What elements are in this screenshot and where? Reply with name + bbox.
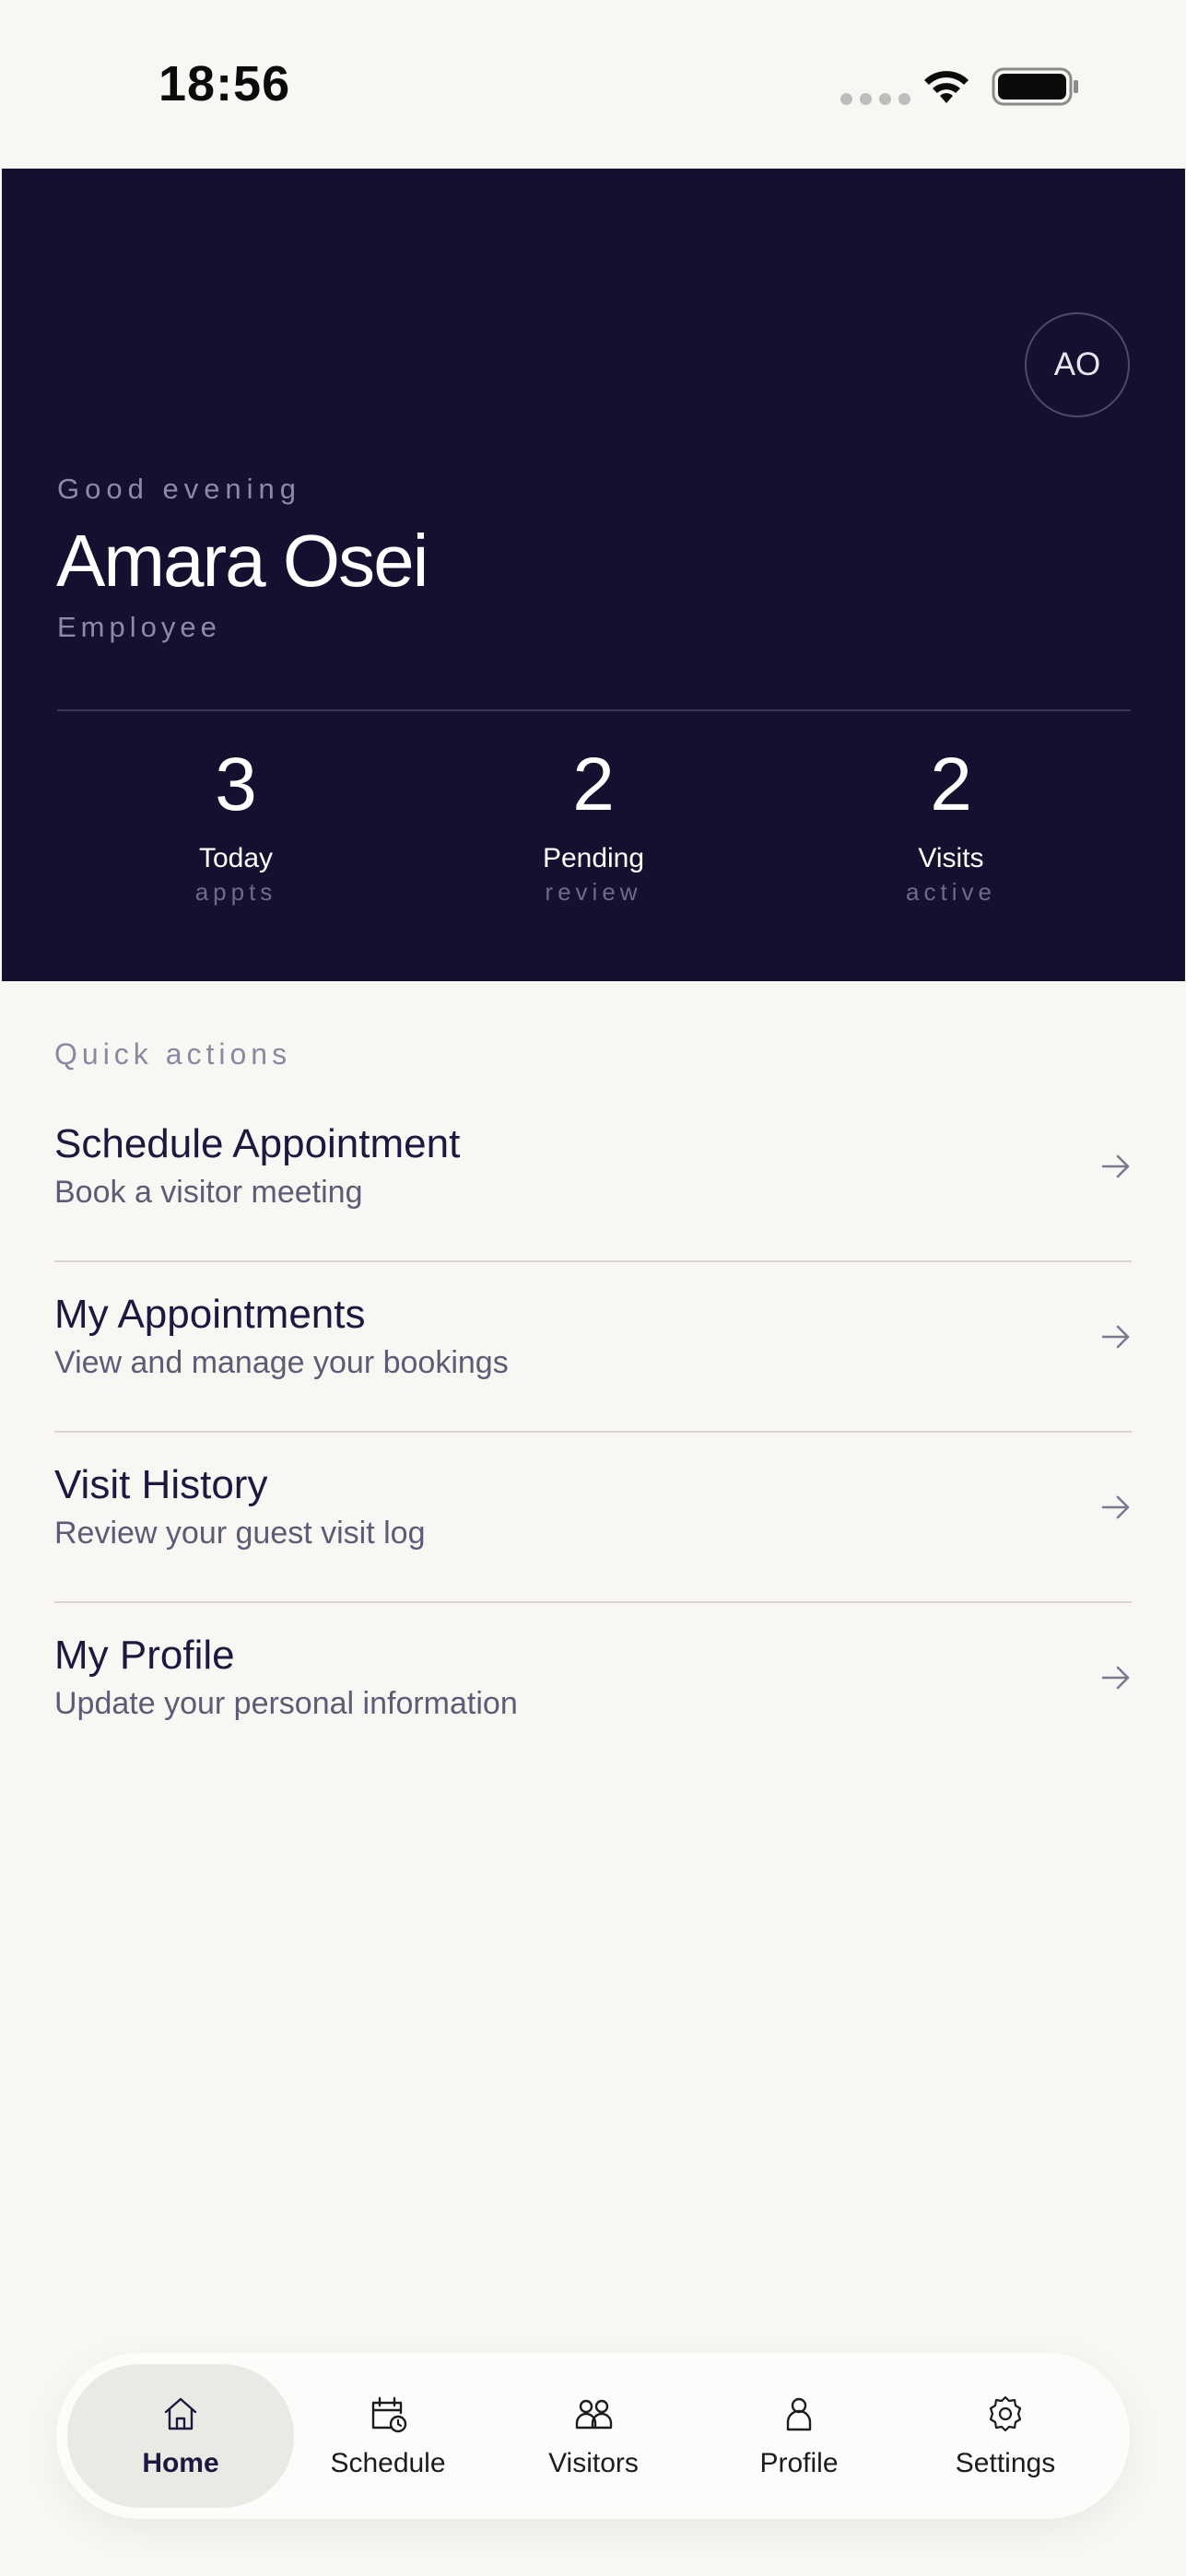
- stat-today-appts: 3 Today appts: [98, 747, 374, 907]
- tab-label: Visitors: [548, 2448, 639, 2478]
- quick-actions-title: Quick actions: [54, 1037, 292, 1071]
- user-name: Amara Osei: [56, 520, 429, 602]
- stat-sublabel: active: [906, 878, 996, 906]
- gear-icon: [989, 2395, 1022, 2432]
- battery-icon: [992, 67, 1078, 106]
- people-icon: [575, 2399, 613, 2430]
- avatar[interactable]: AO: [1025, 312, 1130, 417]
- stat-sublabel: appts: [194, 878, 277, 906]
- calendar-clock-icon: [371, 2396, 407, 2433]
- quick-actions-list: Schedule Appointment Book a visitor meet…: [54, 1092, 1132, 1774]
- tab-label: Settings: [955, 2448, 1056, 2478]
- stat-value: 2: [572, 743, 615, 826]
- tab-visitors[interactable]: Visitors: [480, 2364, 707, 2508]
- tab-profile[interactable]: Profile: [686, 2364, 912, 2508]
- arrow-right-icon: [1101, 1154, 1130, 1178]
- arrow-right-icon: [1101, 1495, 1130, 1519]
- action-description: View and manage your bookings: [54, 1345, 509, 1380]
- tab-label: Profile: [759, 2448, 839, 2478]
- hero-header: AO Good evening Amara Osei Employee 3 To…: [2, 169, 1185, 981]
- greeting-text: Good evening: [57, 473, 302, 505]
- status-time: 18:56: [159, 56, 291, 111]
- tab-schedule[interactable]: Schedule: [275, 2364, 501, 2508]
- person-icon: [786, 2397, 812, 2431]
- action-title: My Appointments: [54, 1292, 366, 1337]
- home-icon: [164, 2397, 197, 2430]
- action-my-profile[interactable]: My Profile Update your personal informat…: [54, 1603, 1132, 1774]
- stat-value: 2: [930, 743, 972, 826]
- stat-pending-review: 2 Pending review: [455, 747, 732, 907]
- action-description: Update your personal information: [54, 1686, 518, 1721]
- action-description: Book a visitor meeting: [54, 1175, 363, 1210]
- tab-home[interactable]: Home: [67, 2364, 294, 2508]
- action-title: Schedule Appointment: [54, 1121, 461, 1166]
- hero-divider: [57, 709, 1131, 711]
- bottom-tab-bar: Home Schedule Visitors Profile Settings: [56, 2353, 1130, 2519]
- action-description: Review your guest visit log: [54, 1516, 426, 1551]
- arrow-right-icon: [1101, 1666, 1130, 1690]
- action-schedule-appointment[interactable]: Schedule Appointment Book a visitor meet…: [54, 1092, 1132, 1262]
- stat-sublabel: review: [545, 878, 642, 906]
- status-bar: 18:56: [0, 0, 1186, 169]
- wifi-icon: [924, 71, 969, 103]
- cellular-signal-icon: [840, 93, 910, 105]
- action-visit-history[interactable]: Visit History Review your guest visit lo…: [54, 1433, 1132, 1603]
- stat-label: Pending: [542, 843, 645, 873]
- action-my-appointments[interactable]: My Appointments View and manage your boo…: [54, 1262, 1132, 1433]
- action-title: Visit History: [54, 1462, 268, 1507]
- tab-settings[interactable]: Settings: [892, 2364, 1119, 2508]
- stat-label: Visits: [918, 843, 984, 873]
- tab-label: Schedule: [330, 2448, 446, 2478]
- stat-label: Today: [198, 843, 274, 873]
- arrow-right-icon: [1101, 1325, 1130, 1349]
- user-role: Employee: [57, 611, 221, 643]
- action-title: My Profile: [54, 1633, 235, 1678]
- tab-label: Home: [142, 2448, 219, 2478]
- stat-visits-active: 2 Visits active: [813, 747, 1089, 907]
- stat-value: 3: [215, 743, 257, 826]
